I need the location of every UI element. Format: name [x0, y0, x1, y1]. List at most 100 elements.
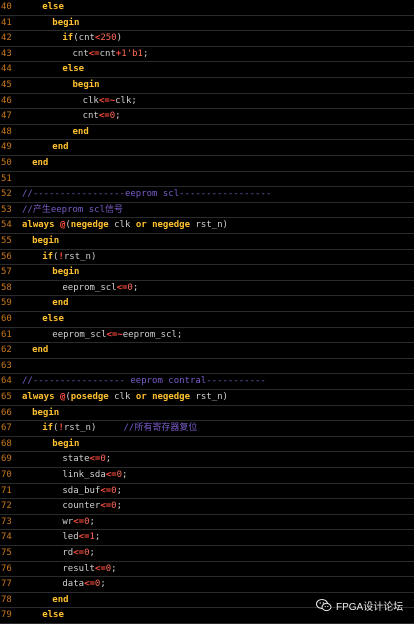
code-text: if(cnt<250) — [62, 31, 122, 45]
code-text: wr<=0; — [62, 515, 95, 529]
code-line: 72 counter<=0; — [0, 499, 414, 515]
code-token: wr — [62, 516, 74, 527]
code-token: <= — [98, 111, 110, 122]
code-token: clk — [82, 95, 99, 106]
code-token: led — [62, 532, 79, 543]
code-token: <= — [105, 470, 117, 480]
code-token: //-----------------eeprom scl-----------… — [22, 189, 272, 200]
code-token: end — [72, 126, 89, 137]
line-number: 47 — [1, 111, 12, 122]
line-number: 61 — [1, 329, 12, 340]
code-line: 52 //-----------------eeprom scl---------… — [0, 187, 414, 203]
code-text: always @(posedge clk or negedge rst_n) — [22, 390, 228, 404]
code-token: or — [135, 392, 147, 402]
code-token: <= — [88, 48, 100, 59]
code-viewer: 40 else 41 begin 42 if(cnt<250) 43 cnt<=cnt+1'b… — [0, 0, 414, 624]
code-text: //----------------- eeprom contral------… — [22, 374, 266, 388]
code-token: ; — [89, 548, 95, 558]
code-line: 54 always @(negedge clk or negedge rst_n) — [0, 218, 414, 234]
line-number: 57 — [1, 267, 12, 278]
line-number: 41 — [1, 17, 12, 28]
code-token: counter — [62, 501, 101, 512]
code-token: begin — [52, 267, 80, 278]
code-text: end — [52, 296, 68, 310]
code-token: <=~ — [98, 95, 116, 106]
line-number: 50 — [1, 158, 12, 168]
code-token: result — [62, 563, 95, 574]
line-number: 53 — [1, 204, 12, 215]
code-text: sda_buf<=0; — [62, 484, 122, 498]
code-line: 57 begin — [0, 265, 414, 281]
line-number: 56 — [1, 251, 12, 262]
code-line: 74 led<=1; — [0, 530, 414, 546]
code-line: 49 end — [0, 140, 414, 156]
code-line: 41 begin — [0, 16, 414, 32]
code-token: ; — [115, 111, 121, 122]
code-token: end — [52, 142, 69, 153]
code-line: 71 sda_buf<=0; — [0, 484, 414, 500]
code-text: begin — [52, 437, 79, 451]
code-token: negedge — [152, 220, 191, 231]
code-line: 44 else — [0, 62, 414, 78]
code-token: sda_buf — [62, 485, 101, 496]
code-text: end — [32, 343, 48, 357]
line-number: 58 — [1, 282, 12, 293]
line-number: 42 — [1, 33, 12, 44]
code-token: ; — [105, 454, 112, 465]
code-line: 76 result<=0; — [0, 562, 414, 578]
code-text: cnt<=0; — [83, 109, 121, 123]
line-number: 66 — [1, 407, 12, 418]
code-token: rst_n) — [190, 392, 228, 402]
code-token: always — [22, 220, 55, 231]
code-token: always — [22, 392, 55, 402]
code-token: end — [32, 158, 49, 168]
code-line: 65 always @(posedge clk or negedge rst_n) — [0, 390, 414, 406]
code-text: data<=0; — [62, 577, 105, 591]
code-token: else — [42, 314, 64, 324]
line-number: 69 — [1, 454, 12, 465]
line-number: 59 — [1, 298, 12, 309]
code-token: if — [42, 423, 54, 434]
code-line: 67 if(!rst_n) //所有寄存器复位 — [0, 421, 414, 437]
code-token: <= — [73, 516, 85, 527]
code-token: rst_n) — [63, 423, 124, 434]
code-token: cnt — [82, 111, 99, 122]
code-line: 51 — [0, 172, 414, 188]
code-token: rst_n) — [63, 251, 97, 262]
line-number: 72 — [1, 501, 12, 512]
code-token: data — [62, 579, 85, 590]
line-number: 76 — [1, 563, 12, 574]
code-token: <= — [100, 485, 112, 496]
code-text: end — [52, 593, 68, 607]
code-text: begin — [32, 406, 59, 420]
code-token: begin — [52, 17, 80, 28]
code-token: end — [52, 594, 69, 605]
code-token: ; — [89, 516, 95, 527]
code-text: end — [32, 156, 48, 170]
code-token: //----------------- eeprom contral------… — [22, 376, 266, 387]
code-text: else — [42, 0, 64, 14]
code-text: end — [52, 140, 68, 154]
code-text: cnt<=cnt+1'b1; — [73, 47, 149, 61]
code-token: <= — [116, 282, 128, 293]
code-token: <= — [84, 579, 95, 590]
code-line: 61 eeprom_scl<=~eeprom_scl; — [0, 328, 414, 344]
code-token: if — [42, 251, 54, 262]
code-text: eeprom_scl<=0; — [62, 281, 138, 295]
code-token: else — [42, 2, 64, 12]
line-number: 49 — [1, 142, 12, 153]
code-token: state — [62, 454, 90, 465]
line-number: 46 — [1, 95, 12, 106]
code-token: //所有寄存器复位 — [123, 423, 198, 434]
line-number: 68 — [1, 438, 12, 449]
line-number: 45 — [1, 80, 12, 90]
code-token: ) — [116, 33, 123, 44]
code-token: <=~ — [106, 329, 123, 340]
code-token: eeprom_scl; — [122, 329, 183, 340]
code-line: 47 cnt<=0; — [0, 109, 414, 125]
wechat-icon — [316, 598, 332, 612]
code-token: link_sda — [62, 470, 106, 480]
code-token: (cnt — [73, 33, 95, 44]
code-token: begin — [52, 438, 80, 449]
line-number: 71 — [1, 485, 12, 496]
